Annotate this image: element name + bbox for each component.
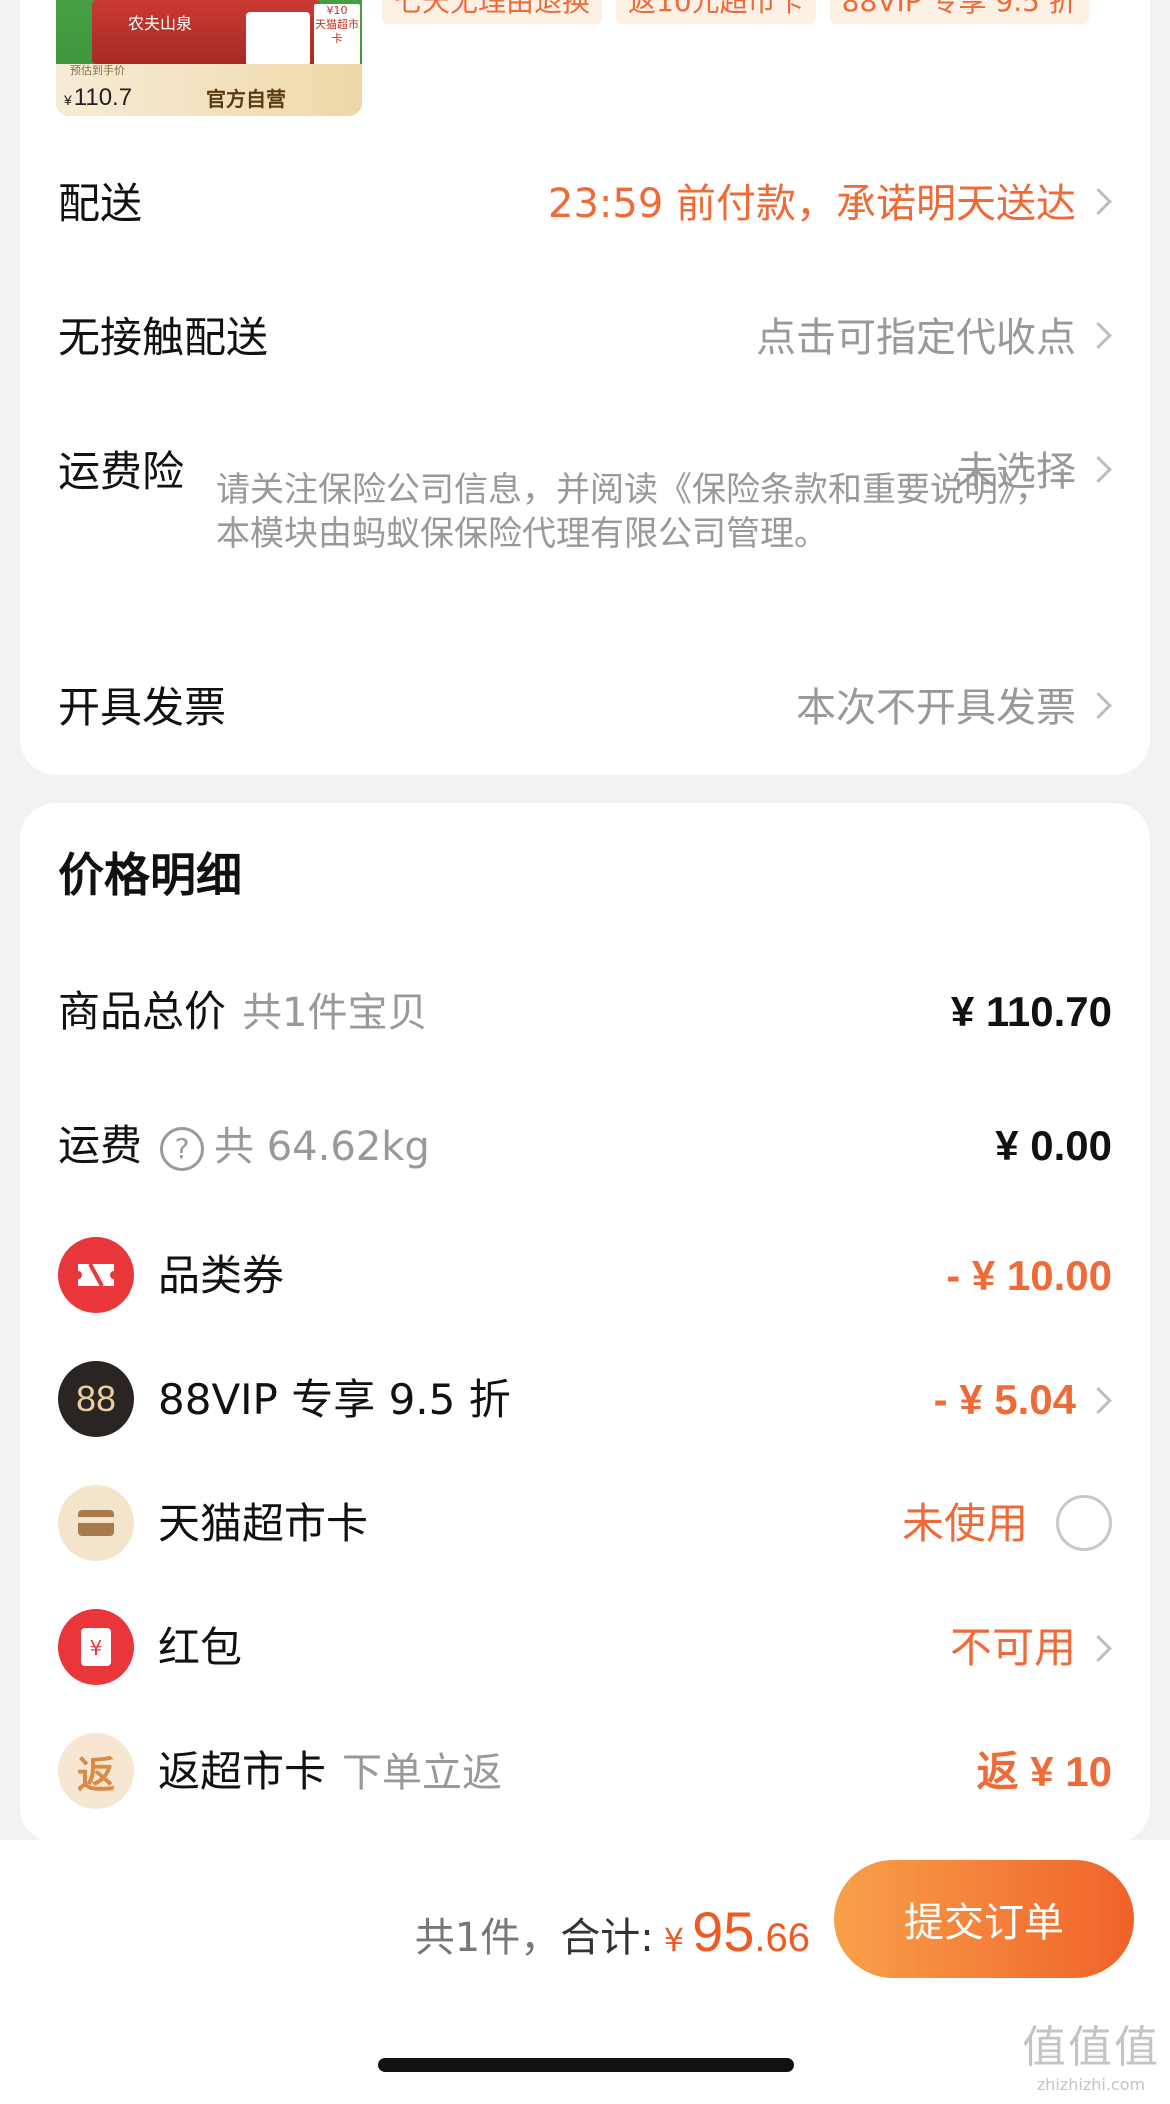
item-count: 共1件， [414,1915,561,1961]
freight-row: 运费? 共 64.62kg ¥ 0.00 [58,1111,1112,1181]
card-icon [58,1485,134,1561]
tmall-card-label: 天猫超市卡 [158,1499,369,1548]
tag-rebate-card: 返10元超市卡 [616,0,816,24]
total-label: 合计: [560,1915,654,1961]
invoice-row[interactable]: 开具发票 本次不开具发票 [58,678,1112,738]
product-bottle-image [246,12,310,66]
delivery-row[interactable]: 配送 23:59 前付款，承诺明天送达 [58,174,1112,234]
subtotal-row: 商品总价 共1件宝贝 ¥ 110.70 [58,977,1112,1047]
chevron-right-icon [1085,1635,1112,1662]
order-total: 共1件，合计: ¥95.66 [415,1892,810,1980]
rebate-icon: 返 [58,1733,134,1809]
submit-order-button[interactable]: 提交订单 [834,1860,1134,1978]
red-packet-icon: ¥ [58,1609,134,1685]
total-currency: ¥ [663,1921,685,1959]
total-integer: 95 [692,1900,755,1963]
product-tags: 七天无理由退换 返10元超市卡 88VIP 专享 9.5 折 [382,0,1089,24]
freight-weight: 共 64.62kg [214,1124,430,1170]
freight-label: 运费? 共 64.62kg [58,1121,430,1171]
chevron-right-icon [1085,322,1112,349]
tag-vip-discount: 88VIP 专享 9.5 折 [829,0,1089,24]
category-coupon-amount: - ¥ 10.00 [946,1252,1112,1299]
rebate-card-row: 返 返超市卡 下单立返 返 ¥ 10 [58,1733,1112,1809]
vip-discount-row[interactable]: 88 88VIP 专享 9.5 折 - ¥ 5.04 [58,1361,1112,1437]
contactless-value: 点击可指定代收点 [756,315,1076,361]
red-packet-row[interactable]: ¥ 红包 不可用 [58,1609,1112,1685]
vip-88-icon: 88 [58,1361,134,1437]
freight-amount: ¥ 0.00 [995,1122,1112,1169]
red-packet-label: 红包 [158,1623,243,1672]
home-indicator[interactable] [378,2058,794,2072]
invoice-value: 本次不开具发票 [796,685,1076,731]
price-detail-card: 价格明细 商品总价 共1件宝贝 ¥ 110.70 运费? 共 64.62kg ¥ 0… [20,803,1150,1843]
invoice-label: 开具发票 [58,683,227,732]
product-thumbnail[interactable]: 农夫山泉 ¥10 天猫超市卡 预估到手价 ¥110.7 官方自营 [56,0,362,116]
thumb-price: ¥110.7 [64,84,133,111]
tmall-card-status: 未使用 [901,1499,1028,1548]
vip-discount-amount: - ¥ 5.04 [933,1376,1076,1423]
watermark: 值值值 zhizhizhi.com [1022,2022,1160,2094]
chevron-right-icon [1085,456,1112,483]
help-icon[interactable]: ? [160,1126,205,1171]
subtotal-label: 商品总价 共1件宝贝 [58,987,428,1036]
subtotal-count: 共1件宝贝 [242,990,428,1036]
category-coupon-label: 品类券 [158,1251,285,1300]
delivery-value: 23:59 前付款，承诺明天送达 [548,181,1076,227]
vip-discount-label: 88VIP 专享 9.5 折 [158,1375,511,1424]
subtotal-amount: ¥ 110.70 [950,988,1112,1035]
contactless-delivery-row[interactable]: 无接触配送 点击可指定代收点 [58,308,1112,368]
chevron-right-icon [1085,692,1112,719]
tmall-card-row[interactable]: 天猫超市卡 未使用 [58,1485,1112,1561]
insurance-note: 请关注保险公司信息，并阅读《保险条款和重要说明》，本模块由蚂蚁保保险代理有限公司… [216,470,1049,554]
price-detail-title: 价格明细 [58,848,242,902]
thumb-brand-text: 农夫山泉 [128,16,193,33]
coupon-icon [58,1237,134,1313]
chevron-right-icon [1085,1387,1112,1414]
rebate-sub: 下单立返 [342,1750,503,1796]
red-packet-status: 不可用 [949,1623,1076,1672]
rebate-amount: 返 ¥ 10 [976,1748,1112,1795]
delivery-label: 配送 [58,179,143,228]
checkout-bar: 共1件，合计: ¥95.66 提交订单 值值值 zhizhizhi.com [0,1840,1170,2104]
tmall-card-radio[interactable] [1056,1495,1112,1551]
thumb-official-label: 官方自营 [206,87,286,111]
rebate-label: 返超市卡 下单立返 [158,1747,503,1796]
contactless-label: 无接触配送 [58,313,269,362]
chevron-right-icon [1085,188,1112,215]
shipping-insurance-label: 运费险 [58,447,185,496]
category-coupon-row[interactable]: 品类券 - ¥ 10.00 [58,1237,1112,1313]
tag-return-policy: 七天无理由退换 [382,0,603,24]
total-decimal: .66 [754,1916,810,1960]
order-options-card: 农夫山泉 ¥10 天猫超市卡 预估到手价 ¥110.7 官方自营 七天无理由退换… [20,0,1150,775]
thumb-price-caption: 预估到手价 [70,64,125,77]
